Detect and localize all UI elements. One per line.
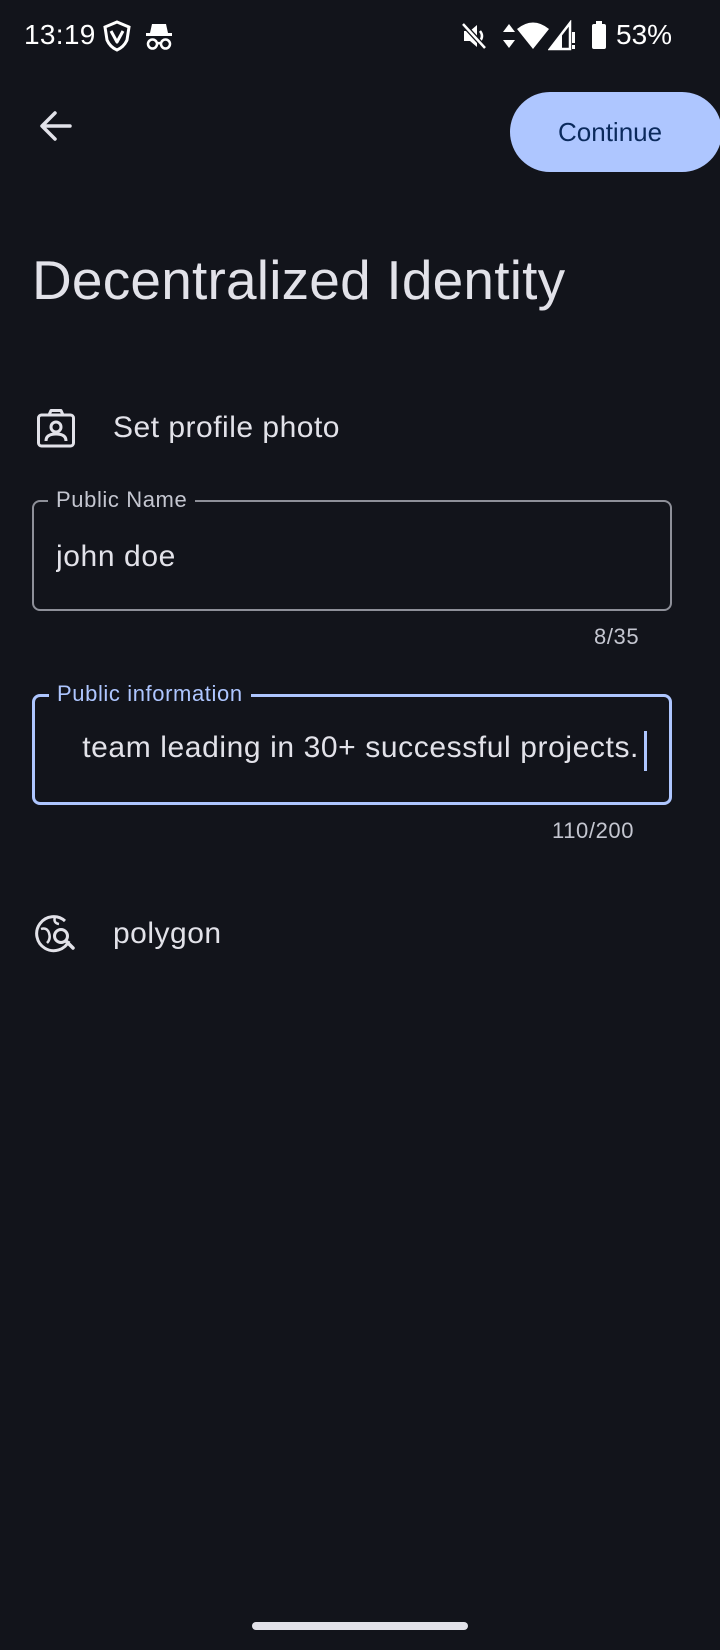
public-name-label: Public Name: [48, 485, 196, 515]
status-bar: 13:19 53%: [0, 0, 720, 72]
vpn-shield-icon: [102, 20, 132, 57]
public-name-field[interactable]: Public Name: [32, 485, 672, 611]
battery-icon: [590, 20, 608, 57]
set-profile-photo-label: Set profile photo: [113, 411, 340, 444]
network-row[interactable]: polygon: [32, 904, 272, 964]
public-information-text: team leading in 30+ successful projects.: [82, 731, 639, 764]
set-profile-photo-row[interactable]: Set profile photo: [32, 398, 392, 458]
public-information-label: Public information: [49, 679, 251, 709]
wifi-icon: [516, 20, 550, 57]
signal-icon: [547, 19, 576, 57]
travel-explore-icon: [32, 910, 80, 958]
network-label: polygon: [113, 917, 222, 950]
home-indicator[interactable]: [252, 1622, 468, 1630]
arrow-back-icon: [38, 108, 74, 149]
text-caret: [644, 731, 647, 771]
back-button[interactable]: [24, 96, 88, 160]
status-time: 13:19: [24, 19, 96, 50]
screen: 13:19 53% Continue Decentralized Identit…: [0, 0, 720, 1650]
continue-button[interactable]: Continue: [510, 92, 720, 172]
public-information-field[interactable]: Public information team leading in 30+ s…: [32, 679, 672, 805]
public-information-counter: 110/200: [552, 818, 635, 843]
account-box-icon: [32, 404, 80, 452]
incognito-icon: [144, 20, 174, 57]
mute-icon: [460, 20, 488, 57]
battery-percent: 53%: [616, 19, 673, 50]
public-name-counter: 8/35: [594, 624, 640, 649]
public-name-input[interactable]: [56, 532, 648, 582]
public-information-input[interactable]: team leading in 30+ successful projects.: [57, 725, 647, 777]
data-arrows-icon: [502, 20, 516, 57]
page-title: Decentralized Identity: [32, 249, 566, 311]
